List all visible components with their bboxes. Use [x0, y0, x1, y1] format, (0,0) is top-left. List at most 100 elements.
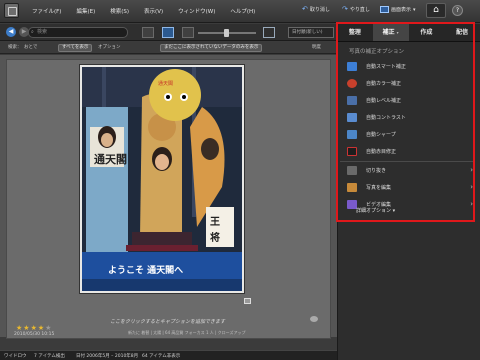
star-icon[interactable]: ★: [31, 325, 37, 332]
tab-create[interactable]: 作成: [409, 24, 445, 41]
star-icon[interactable]: ★: [23, 325, 29, 332]
svg-text:通天閣: 通天閣: [158, 80, 173, 87]
status-date-range: 日付 2006年5月 – 2010年8月: [76, 354, 139, 359]
star-icon[interactable]: ★: [16, 325, 22, 332]
menu-view[interactable]: 表示(V): [144, 7, 163, 15]
display-label: 画面表示: [391, 7, 412, 13]
undo-label: 取り消し: [309, 7, 330, 13]
fix-red-eye-button[interactable]: 自動赤目修正: [340, 143, 475, 160]
menu-edit[interactable]: 編集(E): [76, 7, 95, 15]
fix-label: 自動レベル補正: [366, 98, 402, 104]
contrast-icon: [347, 113, 357, 122]
redo-button[interactable]: ↷ やり直し: [342, 5, 370, 14]
back-arrow-icon[interactable]: ◀: [6, 27, 16, 37]
sharpen-icon: [347, 130, 357, 139]
menu-window[interactable]: ウィンドウ(W): [178, 7, 215, 15]
tab-fix-label: 補正: [382, 29, 395, 36]
fix-smart-button[interactable]: 自動スマート補正: [340, 58, 475, 75]
menu-file[interactable]: ファイル(F): [32, 7, 61, 15]
status-left: ワイドロウ: [4, 354, 27, 359]
svg-text:ようこそ 通天閣へ: ようこそ 通天閣へ: [108, 264, 183, 276]
photo-thumbnail[interactable]: 通天閣 通天閣 王 将 ようこそ 通天閣へ: [82, 67, 242, 291]
color-fix-icon: [347, 79, 357, 88]
tab-organize[interactable]: 整理: [337, 24, 373, 41]
single-view-icon[interactable]: [162, 27, 174, 38]
fix-options-heading: 写真の補正オプション: [349, 49, 405, 55]
home-button[interactable]: ⌂: [426, 3, 446, 18]
slider-handle[interactable]: [224, 29, 229, 37]
levels-icon: [347, 96, 357, 105]
screen-icon: [380, 6, 389, 13]
view-mode-icons: [142, 27, 194, 38]
caption-placeholder[interactable]: ここをクリックするとキャプションを追加できます: [110, 318, 225, 325]
advanced-options-toggle[interactable]: 詳細オプション ▾: [356, 207, 395, 214]
edit-photo-button[interactable]: 写真を編集 ›: [340, 179, 475, 196]
menu-list: ファイル(F) 編集(E) 検索(S) 表示(V) ウィンドウ(W) ヘルプ(H…: [32, 7, 255, 15]
chevron-right-icon: ›: [470, 183, 473, 191]
fix-color-button[interactable]: 自動カラー補正: [340, 75, 475, 92]
undo-icon: ↶: [302, 5, 308, 13]
fix-sharpen-button[interactable]: 自動シャープ: [340, 126, 475, 143]
redo-icon: ↷: [342, 5, 348, 13]
brightness-label: 明度: [312, 45, 321, 50]
chevron-down-icon: ▾: [396, 30, 399, 35]
red-eye-icon: [347, 147, 357, 156]
status-count: 7 アイテム検出: [34, 354, 65, 359]
history-arrows: ◀ ▶: [6, 27, 29, 37]
fix-label: 自動シャープ: [366, 132, 396, 138]
search-icon: ⌕: [31, 29, 34, 35]
app-icon[interactable]: [4, 3, 19, 18]
menu-bar: ファイル(F) 編集(E) 検索(S) 表示(V) ウィンドウ(W) ヘルプ(H…: [0, 0, 480, 23]
menu-find[interactable]: 検索(S): [110, 7, 129, 15]
filter-bar: 検索： おとで すべてを表示 オプション まだここに表示されていないデータのみを…: [0, 42, 337, 54]
search-value: おとで: [24, 45, 38, 50]
chevron-right-icon: ›: [470, 166, 473, 174]
chevron-right-icon: ›: [470, 200, 473, 208]
star-rating[interactable]: ★ ★ ★ ★ ★: [16, 325, 51, 332]
pending-items-button[interactable]: まだここに表示されていないデータのみを表示: [160, 44, 263, 52]
menu-help[interactable]: ヘルプ(H): [230, 7, 255, 15]
star-icon[interactable]: ★: [38, 325, 44, 332]
edit-photo-icon: [347, 183, 357, 192]
fix-label: 自動スマート補正: [366, 64, 406, 70]
tab-share[interactable]: 配信: [444, 24, 480, 41]
search-placeholder: 検索: [37, 29, 48, 35]
tag-info: 新たに 着替 | 太陽 | 64 高品質 フォーカス 1 人 | クローズアップ: [128, 330, 246, 335]
details-view-icon[interactable]: [182, 27, 194, 38]
svg-text:将: 将: [210, 231, 220, 244]
panel-tabs: 整理 補正 ▾ 作成 配信: [337, 24, 480, 42]
show-all-button[interactable]: すべてを表示: [58, 44, 93, 52]
fix-label: 自動コントラスト: [366, 115, 406, 121]
chevron-down-icon: ▾: [392, 208, 396, 214]
audio-icon[interactable]: [310, 316, 318, 322]
redo-label: やり直し: [349, 7, 370, 13]
advanced-options-label: 詳細オプション: [356, 208, 392, 214]
fix-options-list: 自動スマート補正 自動カラー補正 自動レベル補正 自動コントラスト 自動シャープ…: [340, 58, 475, 213]
star-icon[interactable]: ★: [45, 325, 51, 332]
house-icon: ⌂: [433, 5, 439, 15]
stack-icon[interactable]: [244, 298, 251, 304]
fit-window-icon[interactable]: [263, 27, 275, 38]
chevron-down-icon: ▾: [413, 6, 416, 13]
fix-label: 切り抜き: [366, 168, 387, 174]
display-button[interactable]: 画面表示 ▾: [380, 6, 416, 13]
grid-view-icon[interactable]: [142, 27, 154, 38]
crop-button[interactable]: 切り抜き ›: [340, 162, 475, 179]
undo-button[interactable]: ↶ 取り消し: [302, 5, 330, 14]
status-hidden: 64 アイテム非表示: [142, 354, 181, 359]
options-dropdown[interactable]: オプション: [98, 44, 121, 50]
fix-levels-button[interactable]: 自動レベル補正: [340, 92, 475, 109]
search-input[interactable]: ⌕ 検索: [28, 27, 128, 38]
crop-icon: [347, 166, 357, 175]
tab-fix[interactable]: 補正 ▾: [372, 24, 409, 41]
svg-text:王: 王: [210, 216, 220, 228]
sort-dropdown[interactable]: 日付順(新しい): [288, 27, 334, 38]
photo-image: 通天閣 通天閣 王 将 ようこそ 通天閣へ: [82, 67, 242, 291]
search-label: 検索：: [8, 45, 22, 50]
help-button[interactable]: ?: [452, 5, 463, 16]
fix-contrast-button[interactable]: 自動コントラスト: [340, 109, 475, 126]
fix-label: 自動赤目修正: [366, 149, 397, 155]
smart-fix-icon: [347, 62, 357, 71]
fix-label: 写真を編集: [366, 185, 392, 191]
svg-text:通天閣: 通天閣: [94, 153, 127, 166]
